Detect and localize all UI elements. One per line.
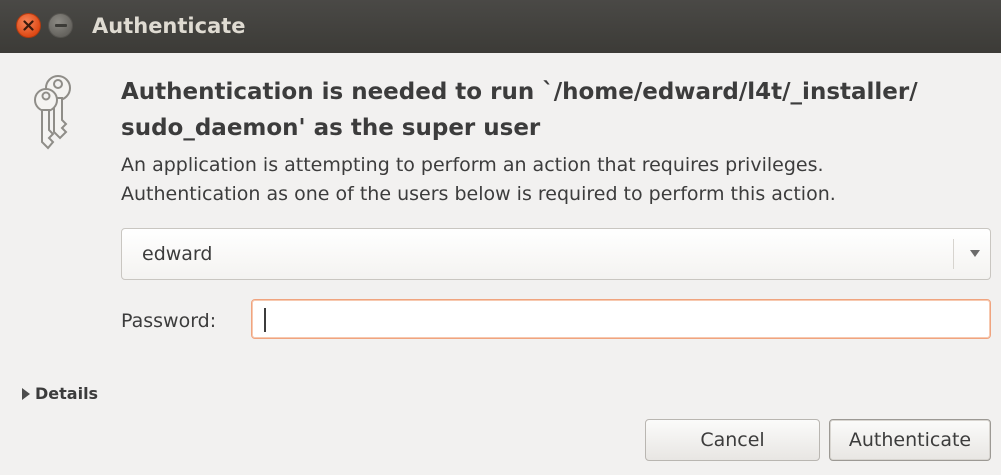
title-bar[interactable]: Authenticate — [0, 0, 1001, 53]
authenticate-dialog: Authenticate Authentication is needed to… — [0, 0, 1001, 475]
window-title: Authenticate — [92, 14, 246, 38]
close-icon[interactable] — [16, 13, 41, 38]
dialog-heading: Authentication is needed to run `/home/e… — [121, 79, 918, 141]
cancel-button[interactable]: Cancel — [645, 419, 820, 461]
chevron-down-icon[interactable] — [970, 250, 980, 257]
authenticate-button[interactable]: Authenticate — [829, 419, 991, 461]
user-select-value: edward — [142, 243, 213, 265]
minimize-icon[interactable] — [48, 13, 73, 38]
keys-icon — [26, 70, 86, 150]
details-label: Details — [35, 384, 99, 403]
text-cursor — [264, 308, 266, 332]
dropdown-separator — [953, 239, 954, 269]
password-field[interactable] — [251, 299, 991, 339]
expander-arrow-icon — [22, 388, 30, 400]
details-expander[interactable]: Details — [22, 380, 98, 408]
dialog-message: An application is attempting to perform … — [121, 154, 836, 205]
user-select[interactable]: edward — [121, 228, 991, 280]
password-label: Password: — [121, 310, 217, 332]
